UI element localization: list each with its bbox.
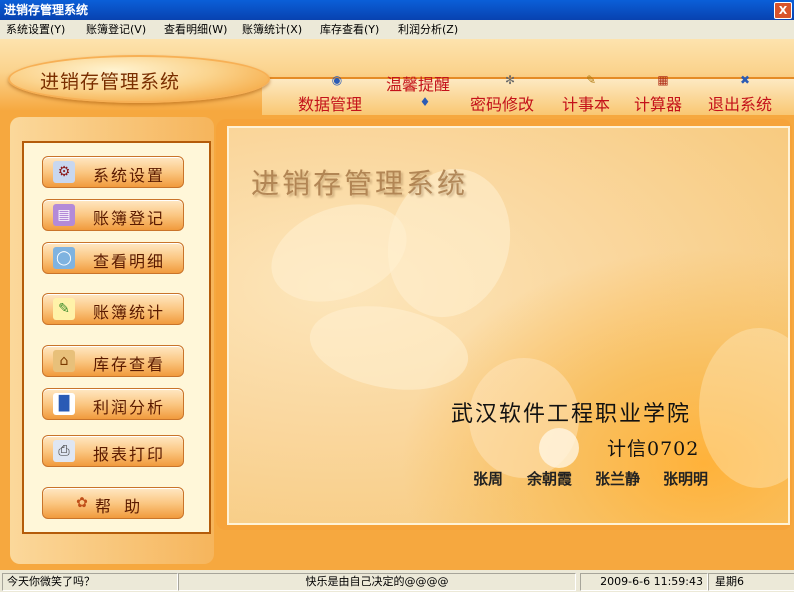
exit-icon[interactable]: ✖ bbox=[738, 73, 752, 87]
toolbar-exit[interactable]: 退出系统 bbox=[708, 91, 772, 115]
nav-label: 账簿登记 bbox=[93, 209, 166, 228]
class-name: 计信0702 bbox=[607, 438, 700, 460]
nav-print-report-button[interactable]: ⎙ 报表打印 bbox=[42, 435, 184, 467]
team-member: 张兰静 bbox=[595, 470, 641, 488]
nav-label: 系统设置 bbox=[93, 166, 166, 185]
status-motto: 快乐是由自己决定的@@@@ bbox=[178, 573, 576, 591]
database-icon[interactable]: ◉ bbox=[330, 73, 344, 87]
status-datetime: 2009-6-6 11:59:43 bbox=[580, 573, 708, 591]
nav-inventory-button[interactable]: ⌂ 库存查看 bbox=[42, 345, 184, 377]
team-member: 张明明 bbox=[663, 470, 709, 488]
key-icon[interactable]: ✻ bbox=[503, 73, 517, 87]
chart-icon: ▐▌ bbox=[53, 393, 75, 415]
flower-petal bbox=[699, 328, 788, 488]
status-bar: 今天你微笑了吗？ 快乐是由自己决定的@@@@ 2009-6-6 11:59:43… bbox=[0, 570, 794, 592]
app-logo: 进销存管理系统 bbox=[8, 55, 270, 103]
menu-system-settings[interactable]: 系统设置(Y) bbox=[6, 20, 65, 39]
team-member: 余朝霞 bbox=[527, 470, 573, 488]
toolbar-data-management[interactable]: 数据管理 bbox=[298, 91, 362, 115]
calculator-icon[interactable]: ▦ bbox=[656, 73, 670, 87]
nav-ledger-entry-button[interactable]: ▤ 账簿登记 bbox=[42, 199, 184, 231]
bell-icon[interactable]: ♦ bbox=[418, 95, 432, 109]
logo-text: 进销存管理系统 bbox=[40, 71, 181, 93]
nav-ledger-stats-button[interactable]: ✎ 账簿统计 bbox=[42, 293, 184, 325]
close-button[interactable]: X bbox=[774, 2, 792, 19]
status-weekday: 星期6 bbox=[708, 573, 794, 591]
menu-profit-analysis[interactable]: 利润分析(Z) bbox=[398, 20, 458, 39]
team-member: 张周 bbox=[473, 470, 504, 488]
toolbar-notepad[interactable]: 计事本 bbox=[562, 91, 610, 115]
menu-bar: 系统设置(Y) 账簿登记(V) 查看明细(W) 账簿统计(X) 库存查看(Y) … bbox=[0, 20, 794, 40]
window-title: 进销存管理系统 bbox=[4, 3, 89, 17]
notepad-icon[interactable]: ✎ bbox=[584, 73, 598, 87]
nav-label: 帮 助 bbox=[95, 497, 145, 516]
details-icon: ◯ bbox=[53, 247, 75, 269]
status-greeting: 今天你微笑了吗？ bbox=[2, 573, 178, 591]
nav-system-settings-button[interactable]: ⚙ 系统设置 bbox=[42, 156, 184, 188]
menu-ledger-stats[interactable]: 账簿统计(X) bbox=[242, 20, 302, 39]
nav-label: 库存查看 bbox=[93, 355, 166, 374]
menu-inventory[interactable]: 库存查看(Y) bbox=[320, 20, 379, 39]
nav-label: 报表打印 bbox=[93, 445, 166, 464]
settings-icon: ⚙ bbox=[53, 161, 75, 183]
nav-profit-analysis-button[interactable]: ▐▌ 利润分析 bbox=[42, 388, 184, 420]
ledger-icon: ▤ bbox=[53, 204, 75, 226]
nav-label: 账簿统计 bbox=[93, 303, 166, 322]
title-bar: 进销存管理系统 X bbox=[0, 0, 794, 20]
statistics-icon: ✎ bbox=[53, 298, 75, 320]
banner-watermark-title: 进销存管理系统 bbox=[251, 167, 469, 200]
menu-ledger-entry[interactable]: 账簿登记(V) bbox=[86, 20, 146, 39]
warehouse-icon: ⌂ bbox=[53, 350, 75, 372]
menu-view-details[interactable]: 查看明细(W) bbox=[164, 20, 227, 39]
nav-label: 利润分析 bbox=[93, 398, 166, 417]
nav-label: 查看明细 bbox=[93, 252, 166, 271]
school-name: 武汉软件工程职业学院 bbox=[451, 402, 692, 427]
help-icon: ✿ bbox=[76, 495, 88, 511]
nav-help-button[interactable]: ✿ 帮 助 bbox=[42, 487, 184, 519]
nav-view-details-button[interactable]: ◯ 查看明细 bbox=[42, 242, 184, 274]
toolbar-change-password[interactable]: 密码修改 bbox=[470, 91, 534, 115]
toolbar-reminder[interactable]: 温馨提醒 bbox=[386, 71, 450, 95]
printer-icon: ⎙ bbox=[53, 440, 75, 462]
welcome-banner: 进销存管理系统 武汉软件工程职业学院 计信0702 张周 余朝霞 张兰静 张明明 bbox=[227, 126, 790, 525]
flower-center bbox=[539, 428, 579, 468]
toolbar-calculator[interactable]: 计算器 bbox=[634, 91, 682, 115]
